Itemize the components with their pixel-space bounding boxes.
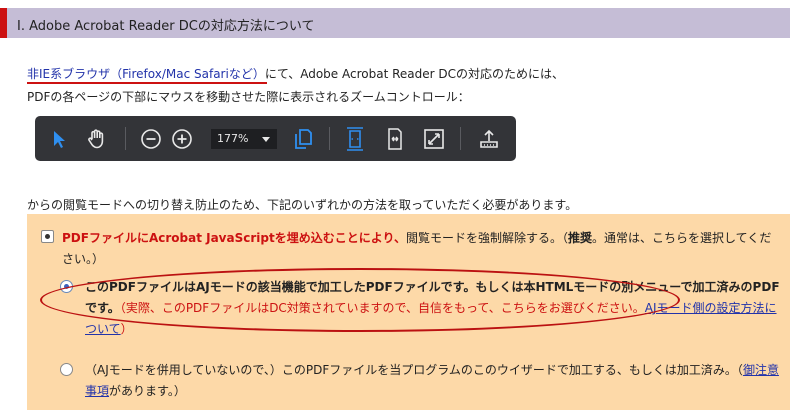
intro-line-1-rest: にて、Adobe Acrobat Reader DCの対応のためには、	[264, 67, 565, 81]
chevron-down-icon	[262, 137, 270, 142]
intro-line-1: 非IE系ブラウザ（Firefox/Mac Safariなど）にて、Adobe A…	[27, 65, 564, 82]
option-2-radio[interactable]	[60, 280, 73, 293]
hand-tool-icon[interactable]	[83, 116, 111, 161]
option-1-highlight: PDFファイルにAcrobat JavaScriptを埋め込むことにより、	[62, 231, 406, 245]
fit-page-icon[interactable]	[342, 116, 368, 161]
option-1-radio[interactable]	[41, 230, 54, 243]
zoom-out-icon[interactable]	[138, 116, 164, 161]
toolbar-separator	[125, 127, 126, 150]
red-underline	[27, 82, 267, 84]
option-3-text: （AJモードを併用していないので、）このPDFファイルを当プログラムのこのウイザ…	[85, 360, 785, 402]
section-title: I. Adobe Acrobat Reader DCの対応方法について	[17, 19, 315, 34]
instruction-line: からの閲覧モードへの切り替え防止のため、下記のいずれかの方法を取っていただく必要…	[27, 198, 578, 212]
fit-width-icon[interactable]	[382, 116, 408, 161]
option-1-text: PDFファイルにAcrobat JavaScriptを埋め込むことにより、閲覧モ…	[62, 228, 780, 270]
option-3-main: （AJモードを併用していないので、）このPDFファイルを当プログラムのこのウイザ…	[85, 363, 743, 377]
option-3-radio[interactable]	[60, 363, 73, 376]
option-3-tail: があります。）	[109, 384, 186, 398]
option-1-normal: 閲覧モードを強制解除する。（	[406, 231, 569, 245]
intro-line-2: PDFの各ページの下部にマウスを移動させた際に表示されるズームコントロール：	[27, 90, 470, 104]
option-1-recommended: 推奨	[568, 231, 593, 245]
zoom-in-icon[interactable]	[169, 116, 195, 161]
copy-pages-icon[interactable]	[290, 116, 316, 161]
option-2-close: ）	[120, 322, 133, 336]
download-icon[interactable]	[476, 116, 502, 161]
option-2-red-note: （実際、このPDFファイルはDC対策されていますので、自信をもって、こちらをお選…	[119, 301, 645, 315]
option-2-text: このPDFファイルはAJモードの該当機能で加工したPDFファイルです。もしくは本…	[85, 277, 785, 340]
toolbar-separator	[329, 127, 330, 150]
toolbar-separator	[460, 127, 461, 150]
zoom-control-toolbar: 177%	[35, 116, 516, 161]
non-ie-browser-link[interactable]: 非IE系ブラウザ（Firefox/Mac Safariなど）	[27, 67, 265, 81]
fullscreen-icon[interactable]	[421, 116, 447, 161]
select-arrow-icon[interactable]	[47, 116, 71, 161]
section-header: I. Adobe Acrobat Reader DCの対応方法について	[0, 8, 790, 38]
